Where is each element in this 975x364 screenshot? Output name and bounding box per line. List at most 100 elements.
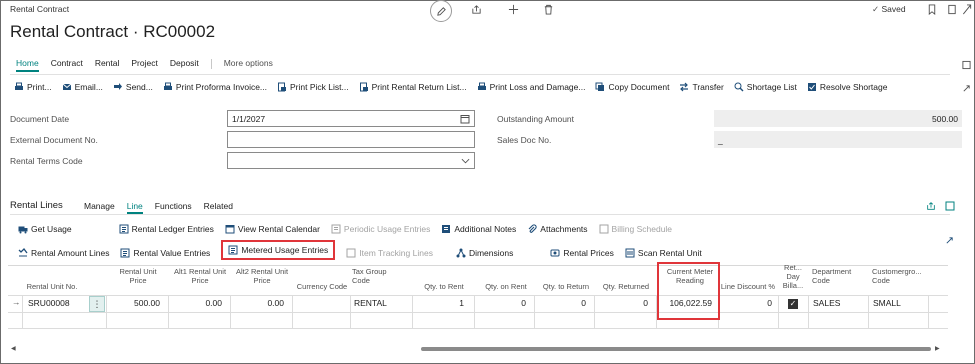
scroll-left-icon[interactable]: ◀: [11, 345, 16, 352]
cell-alt2-price[interactable]: 0.00: [232, 298, 284, 308]
day-billable-checkbox[interactable]: ✓: [788, 299, 798, 309]
periodic-usage-entries-button[interactable]: Periodic Usage Entries: [331, 224, 430, 234]
col-alt2-price[interactable]: Alt2 Rental Unit Price: [232, 267, 292, 285]
row-actions-menu-button[interactable]: ⋮: [89, 296, 105, 312]
print-proforma-label: Print Proforma Invoice...: [175, 82, 268, 92]
transfer-button[interactable]: Transfer: [679, 82, 724, 92]
cell-unit-price[interactable]: 500.00: [108, 298, 160, 308]
ledger-icon: [120, 248, 130, 257]
delete-button[interactable]: [543, 4, 554, 15]
col-customer-group[interactable]: Customergro... Code: [872, 267, 932, 285]
rental-ledger-entries-button[interactable]: Rental Ledger Entries: [119, 224, 214, 234]
ledger-icon: [119, 224, 129, 234]
cell-qty-on-rent[interactable]: 0: [476, 298, 526, 308]
view-rental-calendar-button[interactable]: View Rental Calendar: [225, 224, 320, 234]
col-alt1-price[interactable]: Alt1 Rental Unit Price: [170, 267, 230, 285]
share-button[interactable]: [471, 4, 482, 15]
lines-expand-button[interactable]: [945, 201, 955, 211]
rental-terms-select[interactable]: [227, 152, 475, 169]
col-alt1-line-1: Alt1 Rental Unit: [173, 267, 227, 276]
pin-actions-button[interactable]: [962, 84, 971, 93]
col-qty-returned[interactable]: Qty. Returned: [596, 282, 656, 291]
shortage-list-button[interactable]: Shortage List: [734, 82, 797, 92]
col-department-line-2: Code: [812, 276, 830, 285]
cell-qty-returned[interactable]: 0: [596, 298, 648, 308]
rental-value-entries-button[interactable]: Rental Value Entries: [120, 245, 210, 260]
col-qty-to-rent[interactable]: Qty. to Rent: [414, 282, 474, 291]
new-button[interactable]: [508, 4, 519, 15]
col-unit-price[interactable]: Rental Unit Price: [108, 267, 168, 285]
dimensions-button[interactable]: Dimensions: [456, 245, 513, 260]
cell-qty-to-return[interactable]: 0: [536, 298, 586, 308]
external-doc-input[interactable]: [227, 131, 475, 148]
print-loss-damage-button[interactable]: Print Loss and Damage...: [477, 82, 585, 92]
document-date-value: 1/1/2027: [232, 113, 266, 124]
additional-notes-button[interactable]: Additional Notes: [441, 224, 516, 234]
row-arrow-icon: →: [12, 297, 21, 307]
tab-home[interactable]: Home: [16, 58, 39, 72]
edit-button[interactable]: [430, 0, 452, 22]
scroll-right-icon[interactable]: ▶: [935, 345, 940, 352]
cell-line-discount[interactable]: 0: [720, 298, 772, 308]
metered-usage-entries-button[interactable]: Metered Usage Entries: [221, 240, 336, 260]
col-currency[interactable]: Currency Code: [294, 282, 350, 291]
lines-tab-related[interactable]: Related: [204, 201, 233, 214]
print-return-list-button[interactable]: Print Rental Return List...: [359, 82, 467, 92]
col-day-billable[interactable]: Ret... Day Billa...: [779, 263, 807, 290]
grid-col-divider: [534, 295, 535, 328]
tab-project[interactable]: Project: [131, 58, 157, 72]
divider: [10, 214, 950, 215]
outstanding-value: 500.00: [714, 110, 962, 127]
get-usage-button[interactable]: Get Usage: [18, 224, 72, 234]
tab-rental[interactable]: Rental: [95, 58, 120, 72]
col-unit-price-line-2: Price: [129, 276, 147, 285]
printer-icon: [477, 82, 486, 90]
print-proforma-button[interactable]: Print Proforma Invoice...: [163, 82, 267, 92]
email-icon: [62, 83, 71, 90]
print-pick-list-button[interactable]: Print Pick List...: [277, 82, 349, 92]
grid-col-divider: [808, 295, 809, 328]
print-label: Print...: [27, 82, 52, 92]
cell-alt1-price[interactable]: 0.00: [170, 298, 222, 308]
pin-button[interactable]: [962, 60, 971, 70]
billing-schedule-button[interactable]: Billing Schedule: [599, 224, 672, 234]
document-date-input[interactable]: 1/1/2027: [227, 110, 475, 127]
col-line-discount[interactable]: Line Discount %: [719, 282, 777, 291]
email-button[interactable]: Email...: [62, 82, 103, 92]
col-department[interactable]: Department Code: [812, 267, 862, 285]
lines-tab-functions[interactable]: Functions: [155, 201, 192, 214]
col-qty-on-rent[interactable]: Qty. on Rent: [476, 282, 536, 291]
col-tax-group[interactable]: Tax Group Code: [352, 267, 392, 285]
pin-lines-actions-button[interactable]: [945, 236, 954, 245]
plus-icon: [508, 4, 519, 15]
collapse-button[interactable]: [962, 4, 972, 15]
cell-qty-to-rent[interactable]: 1: [414, 298, 464, 308]
send-button[interactable]: Send...: [113, 82, 153, 92]
copy-icon: [595, 82, 605, 91]
tab-divider: [210, 59, 212, 69]
scan-rental-unit-button[interactable]: Scan Rental Unit: [625, 245, 702, 260]
resolve-shortage-button[interactable]: Resolve Shortage: [807, 82, 887, 92]
lines-tab-manage[interactable]: Manage: [84, 201, 115, 214]
cell-customer-group[interactable]: SMALL: [873, 298, 901, 308]
rental-amount-lines-button[interactable]: Rental Amount Lines: [18, 245, 109, 260]
tab-deposit[interactable]: Deposit: [170, 58, 199, 72]
col-unit-no[interactable]: Rental Unit No.: [22, 282, 82, 291]
cell-unit-no[interactable]: SRU00008: [28, 298, 70, 308]
rental-prices-button[interactable]: Rental Prices: [550, 245, 614, 260]
print-button[interactable]: Print...: [14, 82, 52, 92]
cell-department[interactable]: SALES: [813, 298, 840, 308]
copy-document-button[interactable]: Copy Document: [595, 82, 669, 92]
bookmark-button[interactable]: [927, 4, 937, 15]
open-new-window-button[interactable]: [947, 4, 957, 15]
scrollbar-thumb[interactable]: [421, 347, 931, 351]
attachments-button[interactable]: Attachments: [527, 224, 588, 234]
cell-tax-group[interactable]: RENTAL: [354, 298, 387, 308]
lines-share-button[interactable]: [926, 201, 936, 211]
tab-contract[interactable]: Contract: [51, 58, 83, 72]
col-qty-to-return[interactable]: Qty. to Return: [536, 282, 596, 291]
lines-tab-line[interactable]: Line: [126, 201, 143, 214]
item-tracking-lines-button[interactable]: Item Tracking Lines: [346, 245, 433, 260]
grid-col-divider: [350, 295, 351, 328]
more-options-button[interactable]: More options: [224, 58, 273, 72]
